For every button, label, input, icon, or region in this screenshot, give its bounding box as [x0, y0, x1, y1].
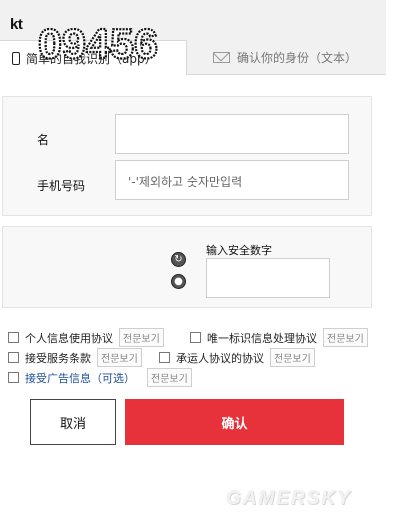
view-full-button[interactable]: 전문보기 — [270, 348, 315, 367]
agreement-item: 接受广告信息（可选） 전문보기 — [8, 368, 192, 387]
view-full-button[interactable]: 전문보기 — [147, 368, 192, 387]
agreement-checkbox[interactable] — [8, 332, 19, 343]
tab-text-label: 确认你的身份（文本） — [237, 50, 358, 65]
agreement-item: 承运人协议的协议 전문보기 — [159, 348, 315, 367]
tab-text-identification[interactable]: 确认你的身份（文本） — [187, 40, 386, 75]
name-label: 名 — [37, 133, 50, 147]
watermark: GAMERSKY — [226, 488, 352, 509]
agreement-checkbox[interactable] — [8, 372, 19, 383]
view-full-button[interactable]: 전문보기 — [97, 348, 142, 367]
phone-label: 手机号码 — [37, 179, 86, 193]
captcha-input[interactable] — [206, 258, 330, 298]
name-input[interactable] — [115, 114, 349, 154]
phone-icon — [12, 51, 20, 65]
mail-icon — [213, 51, 230, 63]
view-full-button[interactable]: 전문보기 — [119, 328, 164, 347]
captcha-code: 09456 — [38, 20, 158, 66]
refresh-icon[interactable]: ↻ — [171, 252, 186, 267]
agreement-label[interactable]: 承运人协议的协议 — [176, 350, 264, 366]
agreement-checkbox[interactable] — [159, 352, 170, 363]
agreement-item: 个人信息使用协议 전문보기 — [8, 328, 164, 347]
agreement-item: 唯一标识信息处理协议 전문보기 — [190, 328, 368, 347]
kt-logo: kt — [10, 16, 23, 33]
cancel-button[interactable]: 取消 — [30, 399, 116, 445]
agreement-label[interactable]: 唯一标识信息处理协议 — [207, 330, 317, 346]
view-full-button[interactable]: 전문보기 — [323, 328, 368, 347]
phone-input[interactable]: '-'제외하고 숫자만입력 — [115, 160, 349, 200]
agreement-label[interactable]: 个人信息使用协议 — [25, 330, 113, 346]
agreement-checkbox[interactable] — [190, 332, 201, 343]
agreement-item: 接受服务条款 전문보기 — [8, 348, 142, 367]
speaker-icon[interactable]: ● — [171, 274, 186, 289]
agreement-label[interactable]: 接受广告信息（可选） — [25, 370, 135, 386]
captcha-title: 输入安全数字 — [206, 244, 272, 257]
confirm-button[interactable]: 确认 — [125, 399, 344, 445]
agreement-label[interactable]: 接受服务条款 — [25, 350, 91, 366]
identity-form: 名 手机号码 '-'제외하고 숫자만입력 — [2, 96, 372, 216]
agreement-checkbox[interactable] — [8, 352, 19, 363]
phone-input-placeholder: '-'제외하고 숫자만입력 — [128, 175, 243, 189]
captcha-image: 09456 — [37, 19, 159, 66]
